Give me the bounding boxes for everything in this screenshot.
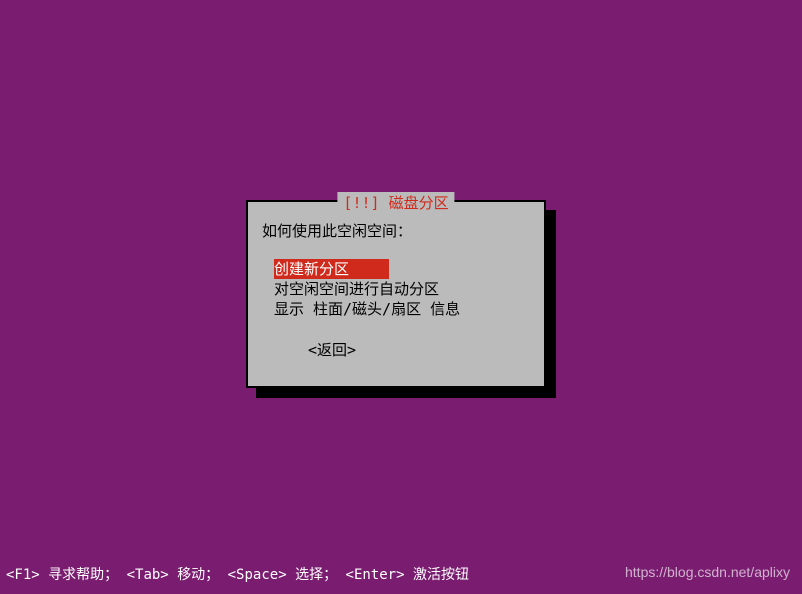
enter-text: 激活按钮: [413, 567, 469, 583]
dialog-title: [!!] 磁盘分区: [337, 192, 454, 213]
title-text: 磁盘分区: [389, 194, 449, 212]
space-text: 选择；: [295, 567, 337, 583]
menu-item-show-chs[interactable]: 显示 柱面/磁头/扇区 信息: [274, 299, 530, 319]
tab-text: 移动；: [177, 567, 219, 583]
space-key: <Space>: [228, 567, 287, 583]
menu-item-auto-partition[interactable]: 对空闲空间进行自动分区: [274, 279, 530, 299]
partition-dialog: [!!] 磁盘分区 如何使用此空闲空间： 创建新分区 对空闲空间进行自动分区 显…: [246, 200, 546, 388]
tab-key: <Tab>: [127, 567, 169, 583]
menu-item-create-partition[interactable]: 创建新分区: [274, 259, 389, 279]
footer-help-bar: <F1> 寻求帮助； <Tab> 移动； <Space> 选择； <Enter>…: [6, 564, 469, 584]
f1-key: <F1>: [6, 567, 40, 583]
menu-list: 创建新分区 对空闲空间进行自动分区 显示 柱面/磁头/扇区 信息: [262, 259, 530, 319]
prompt-text: 如何使用此空闲空间：: [262, 220, 530, 241]
title-prefix: [!!]: [343, 194, 379, 212]
dialog-content: 如何使用此空闲空间： 创建新分区 对空闲空间进行自动分区 显示 柱面/磁头/扇区…: [248, 202, 544, 370]
back-button[interactable]: <返回>: [262, 339, 530, 360]
enter-key: <Enter>: [346, 567, 405, 583]
watermark: https://blog.csdn.net/aplixy: [625, 564, 790, 580]
f1-text: 寻求帮助；: [48, 567, 118, 583]
